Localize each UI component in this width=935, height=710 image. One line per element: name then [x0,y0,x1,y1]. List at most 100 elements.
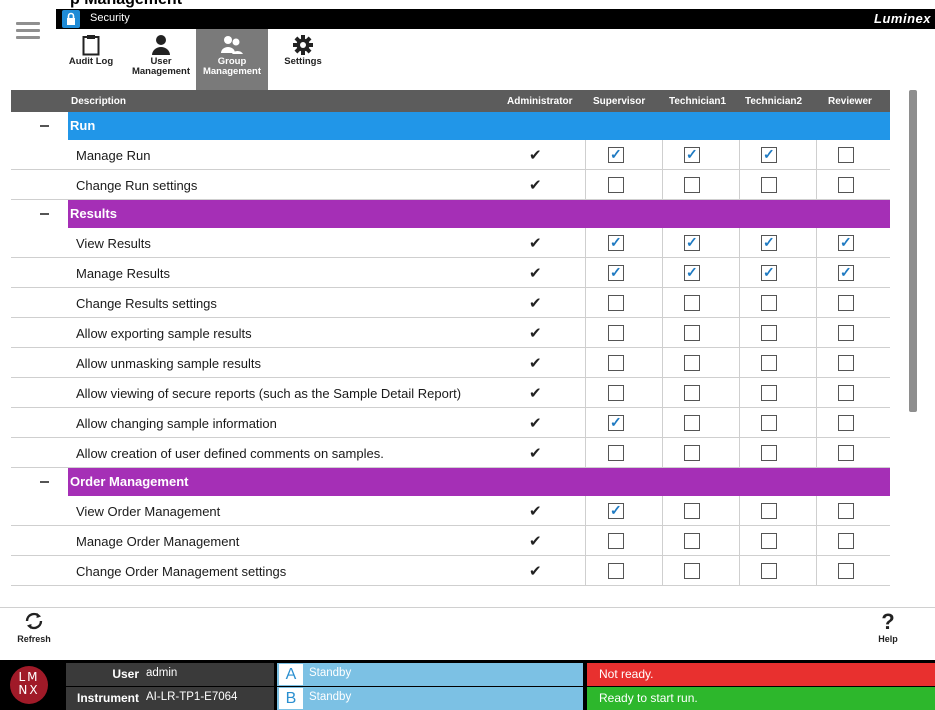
permission-checkbox[interactable] [684,355,700,371]
permission-checkbox[interactable] [761,445,777,461]
column-divider [662,348,663,378]
column-divider [662,496,663,526]
permission-checkbox[interactable] [608,325,624,341]
permission-checkbox[interactable] [838,445,854,461]
table-row: Change Run settings ✔ [11,170,890,200]
permission-checkbox[interactable] [838,533,854,549]
column-divider [662,140,663,170]
column-divider [739,496,740,526]
col-description: Description [71,96,127,107]
col-administrator: Administrator [507,96,573,107]
column-divider [585,258,586,288]
permission-checkbox[interactable] [684,533,700,549]
column-divider [739,170,740,200]
permission-checkbox[interactable] [608,177,624,193]
permission-checkbox[interactable] [608,146,624,163]
table-row: Manage Results ✔ [11,258,890,288]
permission-checkbox[interactable] [761,325,777,341]
permission-checkbox[interactable] [684,415,700,431]
permission-checkbox[interactable] [684,445,700,461]
permission-checkbox[interactable] [684,295,700,311]
permission-checkbox[interactable] [838,503,854,519]
lmnx-logo: LMNX [10,666,48,704]
column-divider [662,228,663,258]
help-button[interactable]: ? Help [868,610,908,648]
permission-checkbox[interactable] [684,385,700,401]
permission-checkbox[interactable] [838,355,854,371]
permission-checkbox[interactable] [608,445,624,461]
permission-checkbox[interactable] [838,563,854,579]
permission-checkbox[interactable] [761,503,777,519]
menu-icon[interactable] [16,22,40,40]
permission-checkbox[interactable] [608,355,624,371]
permission-checkbox[interactable] [761,533,777,549]
table-row: View Results ✔ [11,228,890,258]
permission-checkbox[interactable] [761,415,777,431]
permission-checkbox[interactable] [761,295,777,311]
scrollbar-thumb[interactable] [909,90,917,412]
collapse-icon[interactable] [11,112,68,140]
admin-check-icon: ✔ [529,563,542,580]
permission-checkbox[interactable] [838,177,854,193]
status-2-text: Ready to start run. [599,691,698,705]
permission-checkbox[interactable] [684,503,700,519]
footer-divider [0,607,935,608]
permission-label: Allow viewing of secure reports (such as… [76,386,462,401]
permission-checkbox[interactable] [608,385,624,401]
permission-checkbox[interactable] [684,264,700,281]
permission-checkbox[interactable] [608,234,624,251]
permission-checkbox[interactable] [761,563,777,579]
column-divider [816,288,817,318]
tab-group-management[interactable]: Group Management [196,29,268,90]
column-divider [816,318,817,348]
column-divider [739,556,740,586]
permission-checkbox[interactable] [684,146,700,163]
permission-checkbox[interactable] [608,563,624,579]
column-divider [585,348,586,378]
col-reviewer: Reviewer [828,96,872,107]
permission-checkbox[interactable] [684,177,700,193]
group-header: Results [11,200,890,228]
admin-check-icon: ✔ [529,147,542,164]
permission-checkbox[interactable] [608,295,624,311]
permission-checkbox[interactable] [608,533,624,549]
permission-checkbox[interactable] [761,177,777,193]
column-divider [739,288,740,318]
column-divider [585,288,586,318]
permission-checkbox[interactable] [684,563,700,579]
group-icon [196,29,268,57]
permission-checkbox[interactable] [838,264,854,281]
collapse-icon[interactable] [11,468,68,496]
permission-checkbox[interactable] [761,234,777,251]
permission-checkbox[interactable] [761,385,777,401]
permission-checkbox[interactable] [608,264,624,281]
permission-checkbox[interactable] [838,385,854,401]
admin-check-icon: ✔ [529,445,542,462]
column-divider [585,438,586,468]
permission-checkbox[interactable] [761,264,777,281]
slot-b-status[interactable]: B Standby [277,687,583,710]
permission-checkbox[interactable] [761,146,777,163]
admin-check-icon: ✔ [529,533,542,550]
group-header: Run [11,112,890,140]
permission-checkbox[interactable] [761,355,777,371]
refresh-button[interactable]: Refresh [8,610,60,648]
permission-label: View Results [76,236,151,251]
permission-checkbox[interactable] [838,295,854,311]
permission-checkbox[interactable] [838,234,854,251]
permission-checkbox[interactable] [838,325,854,341]
tab-settings[interactable]: Settings [268,29,338,90]
permission-checkbox[interactable] [608,414,624,431]
toolbar: Audit Log User Management Group Manageme… [56,29,338,90]
column-divider [585,170,586,200]
permission-checkbox[interactable] [838,415,854,431]
slot-a-status[interactable]: A Standby [277,663,583,686]
permission-checkbox[interactable] [684,234,700,251]
tab-group-management-label: Group Management [202,56,262,77]
tab-user-management[interactable]: User Management [126,29,196,90]
collapse-icon[interactable] [11,200,68,228]
permission-checkbox[interactable] [838,147,854,163]
tab-audit-log[interactable]: Audit Log [56,29,126,90]
permission-checkbox[interactable] [684,325,700,341]
permission-checkbox[interactable] [608,502,624,519]
